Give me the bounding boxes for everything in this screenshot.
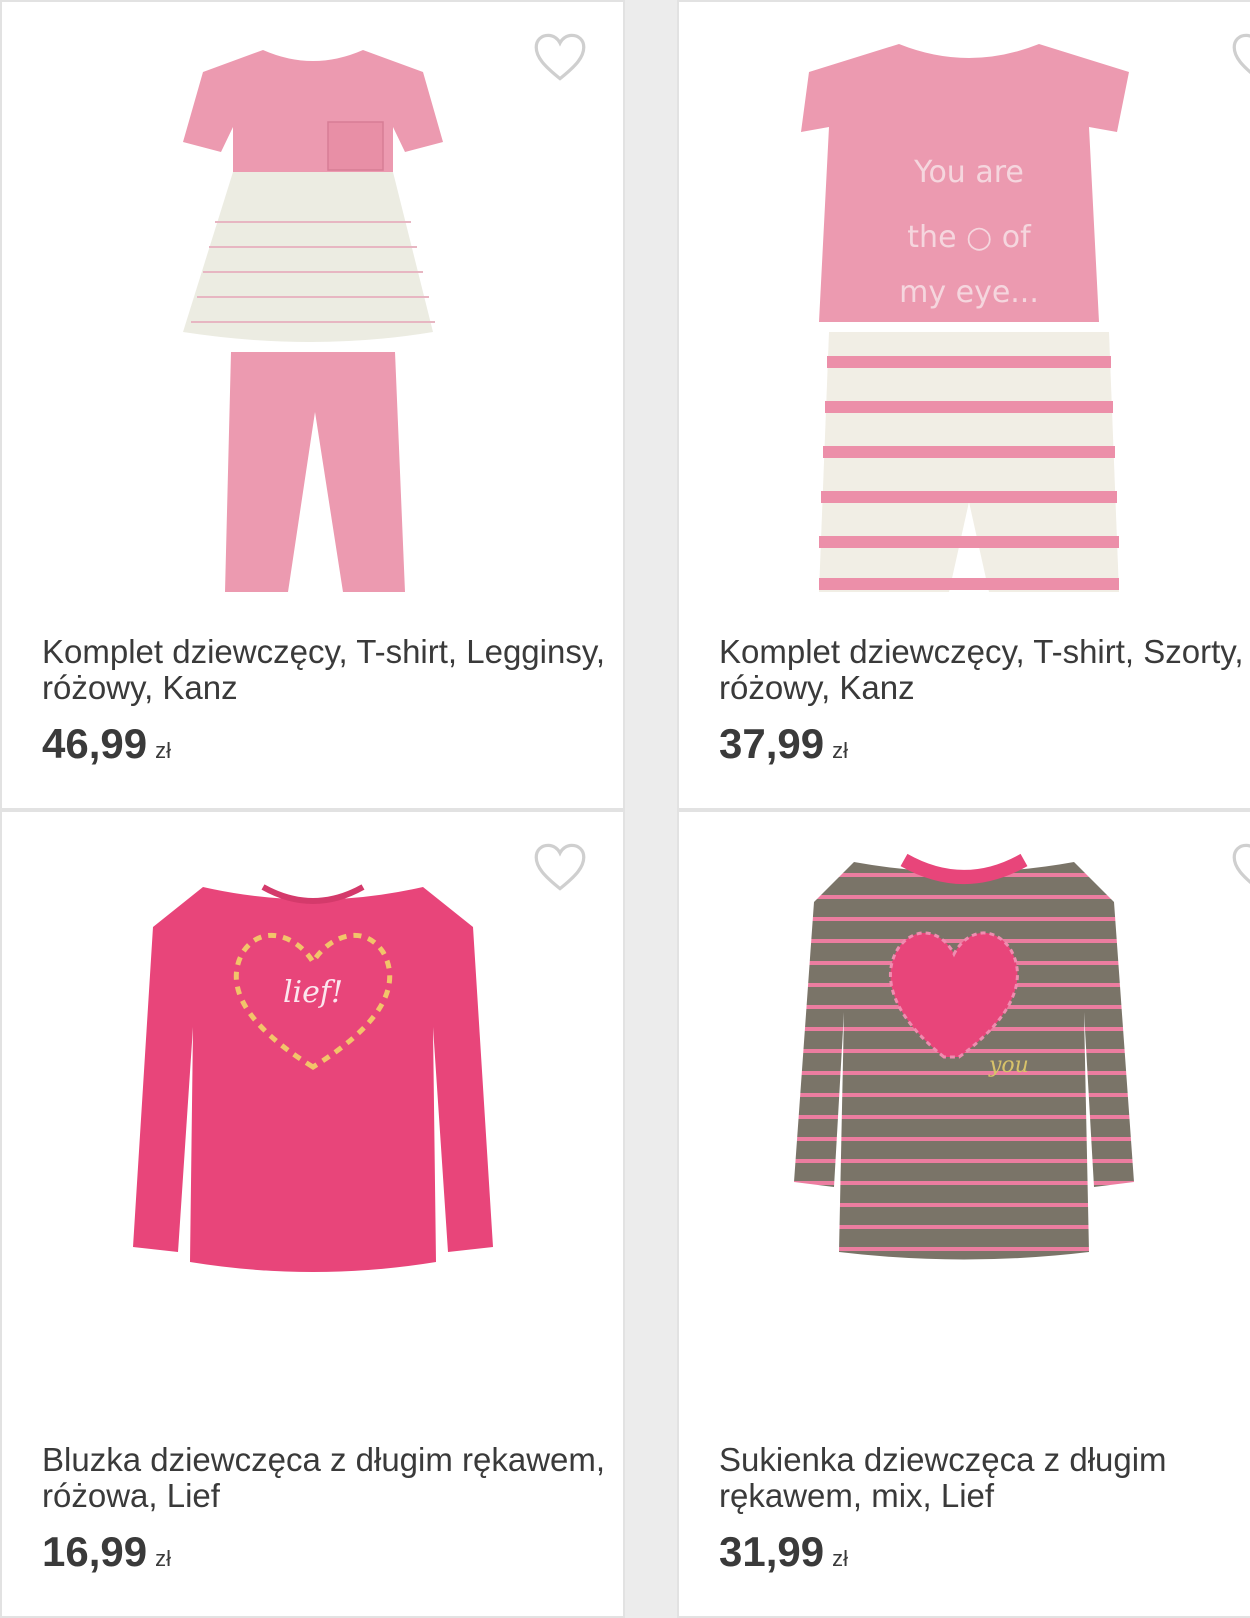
print-text-line: You are [913, 155, 1024, 190]
product-title[interactable]: Sukienka dziewczęca z długim rękawem, mi… [719, 1442, 1250, 1514]
product-price: 46,99 zł [42, 720, 171, 768]
product-price: 31,99 zł [719, 1528, 848, 1576]
product-card[interactable]: You are the ○ of my eye... Komplet dziew… [677, 0, 1250, 810]
product-title[interactable]: Komplet dziewczęcy, T-shirt, Legginsy, r… [42, 634, 622, 706]
price-amount: 46,99 [42, 720, 148, 767]
product-card[interactable]: you Sukienka dziewczęca z długim rękawem… [677, 810, 1250, 1618]
product-price: 37,99 zł [719, 720, 848, 768]
print-text: you [988, 1053, 1029, 1078]
product-price: 16,99 zł [42, 1528, 171, 1576]
price-amount: 37,99 [719, 720, 825, 767]
product-image[interactable]: lief! [2, 862, 623, 1282]
product-title[interactable]: Komplet dziewczęcy, T-shirt, Szorty, róż… [719, 634, 1250, 706]
price-amount: 31,99 [719, 1528, 825, 1575]
price-amount: 16,99 [42, 1528, 148, 1575]
print-text: lief! [282, 975, 342, 1010]
price-currency: zł [155, 1546, 171, 1571]
print-text-line: my eye... [899, 275, 1039, 310]
price-currency: zł [832, 1546, 848, 1571]
price-currency: zł [832, 738, 848, 763]
product-image[interactable]: you [679, 842, 1250, 1272]
price-currency: zł [155, 738, 171, 763]
print-text-line: the ○ of [907, 220, 1032, 255]
product-title[interactable]: Bluzka dziewczęca z długim rękawem, różo… [42, 1442, 622, 1514]
product-image[interactable] [2, 22, 623, 612]
product-image[interactable]: You are the ○ of my eye... [679, 22, 1250, 612]
product-card[interactable]: Komplet dziewczęcy, T-shirt, Legginsy, r… [0, 0, 625, 810]
product-card[interactable]: lief! Bluzka dziewczęca z długim rękawem… [0, 810, 625, 1618]
